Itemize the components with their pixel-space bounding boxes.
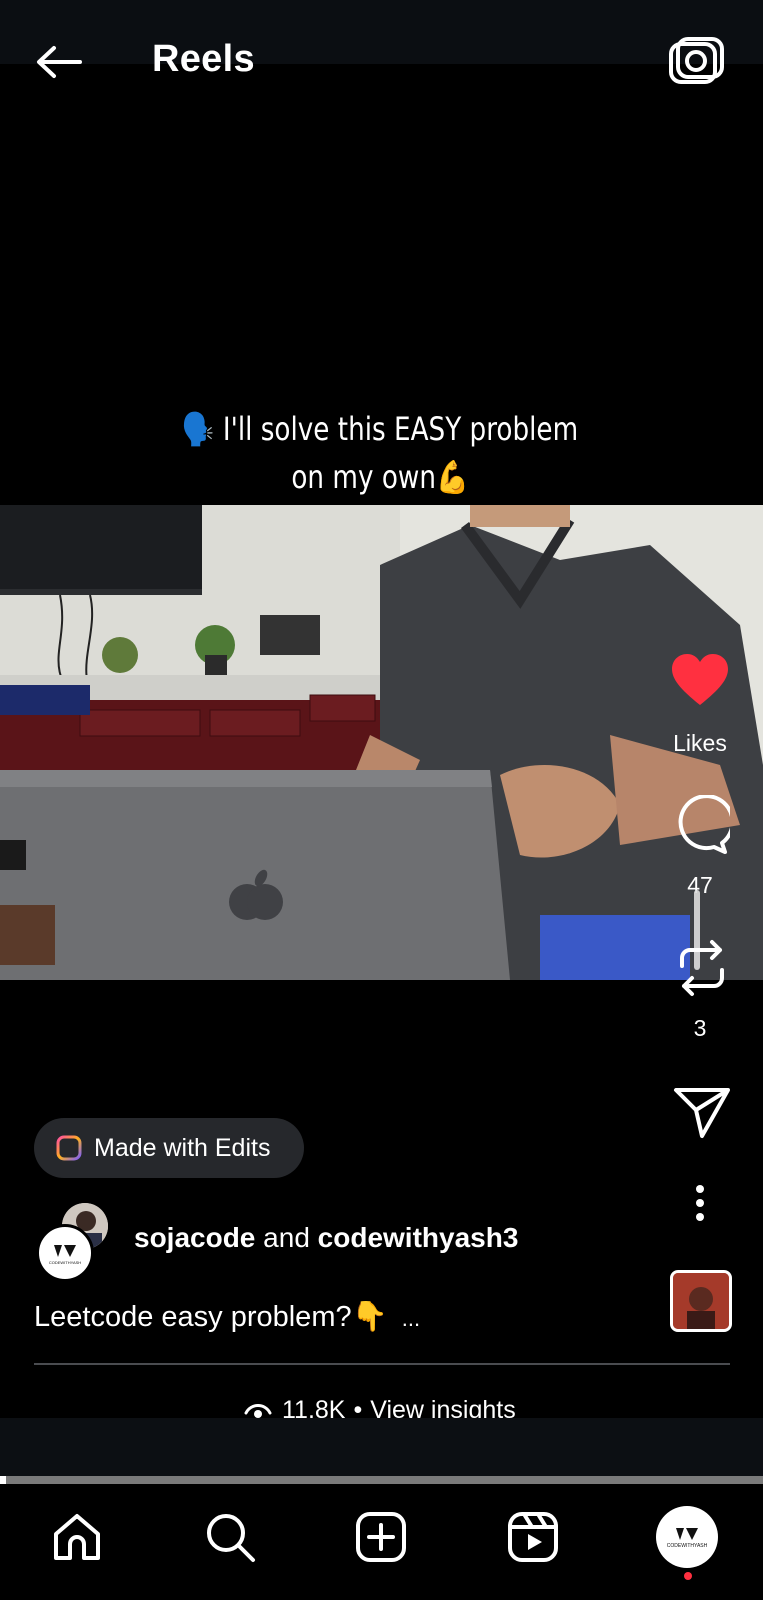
- more-options-icon[interactable]: [688, 1185, 712, 1221]
- edits-logo-icon: [56, 1135, 82, 1161]
- divider: [34, 1363, 730, 1365]
- audio-cover-art: [673, 1273, 729, 1329]
- video-progress-fill: [0, 1476, 6, 1484]
- username-secondary[interactable]: codewithyash3: [318, 1222, 519, 1253]
- reposts-count: 3: [693, 1015, 707, 1041]
- arrow-left-icon[interactable]: [34, 38, 84, 88]
- edits-badge-label: Made with Edits: [94, 1133, 271, 1162]
- muscle-emoji: 💪: [435, 458, 469, 496]
- profile-avatar[interactable]: CODEWITHYASH: [656, 1506, 718, 1568]
- search-icon[interactable]: [203, 1510, 257, 1564]
- pointing-down-emoji: 👇: [351, 1301, 388, 1333]
- audio-thumbnail[interactable]: [670, 1270, 732, 1332]
- heart-icon[interactable]: [670, 650, 730, 710]
- video-caption-overlay: 🗣️ I'll solve this EASY problem on my ow…: [181, 410, 579, 496]
- video-frame-scene: [0, 505, 763, 980]
- reels-icon[interactable]: [506, 1510, 560, 1564]
- made-with-edits-badge[interactable]: Made with Edits: [34, 1118, 304, 1178]
- top-bar: [0, 0, 763, 64]
- speaking-emoji: 🗣️: [181, 410, 215, 448]
- home-icon[interactable]: [50, 1510, 104, 1564]
- caption-more[interactable]: ...: [402, 1306, 420, 1331]
- notification-dot: [684, 1572, 692, 1580]
- post-authors[interactable]: sojacode and codewithyash3: [36, 1203, 518, 1273]
- camera-icon[interactable]: [668, 36, 724, 86]
- likes-label[interactable]: Likes: [660, 730, 740, 757]
- post-caption[interactable]: Leetcode easy problem?👇 ...: [34, 1300, 420, 1334]
- page-title: Reels: [152, 38, 255, 80]
- caption-text: Leetcode easy problem?: [34, 1301, 352, 1333]
- profile-logo-icon: [676, 1528, 698, 1540]
- insights-bar-bg: [0, 1418, 763, 1476]
- video-progress-bar[interactable]: [0, 1476, 763, 1484]
- repost-icon[interactable]: [672, 938, 732, 998]
- comments-count: 47: [687, 872, 713, 898]
- reel-video[interactable]: [0, 505, 763, 980]
- share-icon[interactable]: [672, 1082, 732, 1142]
- profile-logo-text: CODEWITHYASH: [666, 1543, 708, 1549]
- username-joiner: and: [263, 1222, 310, 1253]
- username-primary[interactable]: sojacode: [134, 1222, 255, 1253]
- create-icon[interactable]: [354, 1510, 408, 1564]
- comment-icon[interactable]: [670, 795, 730, 855]
